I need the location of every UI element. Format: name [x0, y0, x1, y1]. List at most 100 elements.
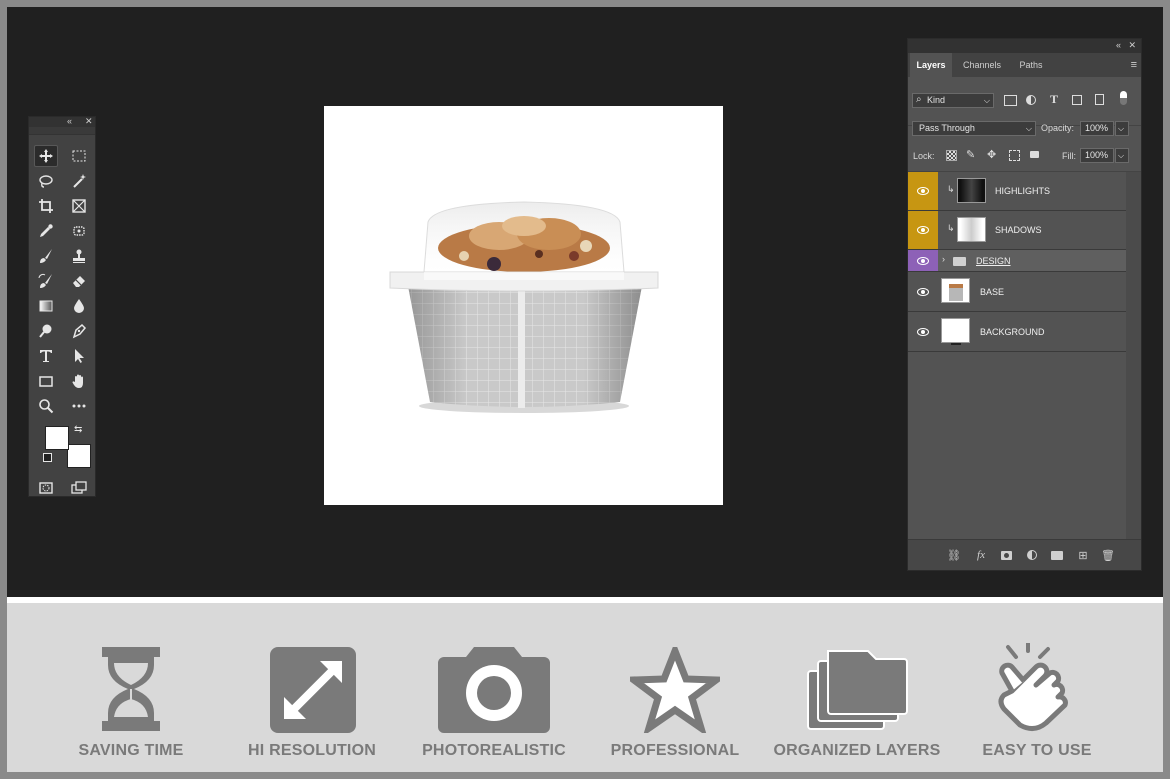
feature-saving-time: SAVING TIME: [46, 603, 216, 772]
foreground-color-swatch[interactable]: [45, 426, 69, 450]
hand-tool[interactable]: [67, 370, 91, 392]
layer-base[interactable]: BASE: [908, 272, 1126, 312]
feature-label: SAVING TIME: [78, 742, 184, 759]
marquee-tool[interactable]: [67, 145, 91, 167]
layers-scrollbar[interactable]: [1126, 172, 1141, 542]
screen-mode-tool[interactable]: [67, 477, 91, 499]
history-brush-tool[interactable]: [34, 270, 58, 292]
background-color-swatch[interactable]: [67, 444, 91, 468]
type-icon: [40, 350, 52, 362]
quick-mask-icon: [39, 482, 53, 494]
eraser-tool[interactable]: [67, 270, 91, 292]
lock-all-icon[interactable]: [1030, 151, 1039, 158]
visibility-toggle[interactable]: [908, 172, 938, 210]
eraser-icon: [73, 276, 85, 287]
lock-position-icon[interactable]: ✥: [987, 148, 996, 161]
layer-thumbnail: [957, 217, 986, 242]
stamp-tool[interactable]: [67, 245, 91, 267]
chevron-down-icon: ⌵: [1118, 151, 1125, 160]
drop-icon: [74, 299, 84, 313]
hand-pointer-icon: [998, 643, 1068, 731]
layer-background[interactable]: BACKGROUND: [908, 312, 1126, 352]
adjustment-layer-icon[interactable]: [1025, 548, 1039, 562]
photoshop-workspace: « ✕ ⇆ « ✕ Layers Channels Paths ≡ ⌕ Kind…: [7, 7, 1163, 597]
type-tool[interactable]: [34, 345, 58, 367]
opacity-input[interactable]: 100%: [1080, 121, 1114, 136]
panel-tabs: Layers Channels Paths ≡: [908, 53, 1141, 77]
new-layer-icon[interactable]: ⊞: [1076, 548, 1090, 562]
close-icon[interactable]: ✕: [85, 116, 93, 127]
opacity-dropdown[interactable]: ⌵: [1115, 121, 1129, 136]
shape-filter-icon[interactable]: [1072, 95, 1082, 105]
layer-shadows[interactable]: ↳ SHADOWS: [908, 211, 1126, 250]
lock-row: Lock: ✎ ✥ Fill: 100% ⌵: [908, 147, 1141, 172]
rectangle-tool[interactable]: [34, 370, 58, 392]
swap-colors-icon[interactable]: ⇆: [74, 424, 82, 435]
tools-panel-grip[interactable]: [29, 127, 95, 135]
stamp-icon: [73, 249, 85, 263]
visibility-toggle[interactable]: [908, 250, 938, 271]
healing-tool[interactable]: [67, 220, 91, 242]
filter-kind-select[interactable]: ⌕ Kind ⌵: [912, 93, 994, 108]
crop-tool[interactable]: [34, 195, 58, 217]
lock-pixels-icon[interactable]: ✎: [966, 148, 975, 161]
layer-group-design[interactable]: › DESIGN: [908, 250, 1126, 272]
fill-dropdown[interactable]: ⌵: [1115, 148, 1129, 163]
link-layers-icon[interactable]: ⛓: [947, 548, 961, 562]
zoom-tool[interactable]: [34, 395, 58, 417]
more-tools[interactable]: [67, 395, 91, 417]
gradient-tool[interactable]: [34, 295, 58, 317]
dodge-tool[interactable]: [34, 320, 58, 342]
panel-menu-icon[interactable]: ≡: [1131, 59, 1137, 71]
lasso-tool[interactable]: [34, 170, 58, 192]
blend-mode-select[interactable]: Pass Through ⌵: [912, 121, 1036, 136]
lock-label: Lock:: [913, 151, 935, 161]
path-selection-tool[interactable]: [67, 345, 91, 367]
blur-tool[interactable]: [67, 295, 91, 317]
move-tool[interactable]: [34, 145, 58, 167]
lock-artboard-icon[interactable]: [1009, 150, 1020, 161]
close-icon[interactable]: ✕: [1128, 40, 1136, 51]
pixel-filter-icon[interactable]: [1004, 95, 1017, 106]
visibility-toggle[interactable]: [908, 211, 938, 249]
pen-tool[interactable]: [67, 320, 91, 342]
feature-hi-resolution: HI RESOLUTION: [227, 603, 397, 772]
eyedropper-tool[interactable]: [34, 220, 58, 242]
arrow-cursor-icon: [75, 349, 84, 363]
add-mask-icon[interactable]: [999, 548, 1013, 562]
trash-icon[interactable]: 🗑: [1101, 548, 1115, 562]
lock-transparency-icon[interactable]: [946, 150, 957, 161]
frame-icon: [72, 199, 86, 213]
tab-paths[interactable]: Paths: [1012, 53, 1050, 77]
layer-name: HIGHLIGHTS: [995, 186, 1051, 196]
hourglass-icon: [102, 647, 160, 731]
document-canvas[interactable]: [324, 106, 723, 505]
collapse-icon[interactable]: «: [67, 116, 72, 127]
default-colors-icon[interactable]: [43, 453, 52, 462]
lasso-icon: [39, 175, 53, 188]
artboard-indicator-icon: [951, 343, 961, 345]
quick-mask-tool[interactable]: [34, 477, 58, 499]
smart-object-filter-icon[interactable]: [1095, 94, 1104, 105]
expand-icon: [270, 647, 356, 733]
tab-layers[interactable]: Layers: [910, 53, 952, 77]
blend-row: Pass Through ⌵ Opacity: 100% ⌵: [908, 121, 1141, 147]
brush-tool[interactable]: [34, 245, 58, 267]
eye-icon: [917, 327, 929, 336]
type-filter-icon[interactable]: T: [1050, 92, 1058, 107]
collapse-icon[interactable]: «: [1116, 40, 1121, 50]
new-group-icon[interactable]: [1050, 548, 1064, 562]
adjustment-filter-icon[interactable]: [1026, 95, 1036, 105]
fill-input[interactable]: 100%: [1080, 148, 1114, 163]
magic-wand-tool[interactable]: [67, 170, 91, 192]
frame-tool[interactable]: [67, 195, 91, 217]
visibility-toggle[interactable]: [908, 312, 938, 351]
visibility-toggle[interactable]: [908, 272, 938, 311]
chevron-right-icon[interactable]: ›: [942, 254, 945, 264]
layers-panel: « ✕ Layers Channels Paths ≡ ⌕ Kind ⌵ T P…: [907, 38, 1142, 571]
fx-icon[interactable]: fx: [974, 548, 988, 562]
filter-toggle-icon[interactable]: [1120, 91, 1127, 105]
tab-channels[interactable]: Channels: [956, 53, 1008, 77]
layer-highlights[interactable]: ↳ HIGHLIGHTS: [908, 172, 1126, 211]
feature-photorealistic: PHOTOREALISTIC: [409, 603, 579, 772]
